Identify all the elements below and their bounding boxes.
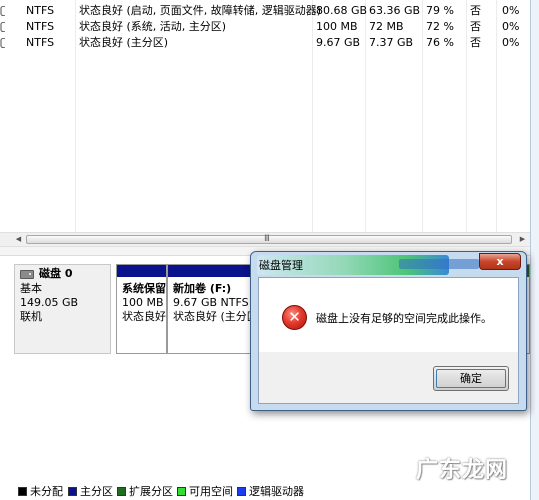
cell-overhead: 0% — [502, 4, 520, 17]
legend-swatch — [117, 487, 126, 496]
horizontal-scrollbar[interactable]: ◀ III ▶ — [0, 232, 530, 247]
legend-label: 主分区 — [80, 485, 113, 498]
scrollbar-thumb[interactable]: III — [26, 234, 512, 244]
ok-button[interactable]: 确定 — [433, 366, 509, 391]
partition-size: 100 MB — [122, 296, 164, 309]
cell-fault-tolerance: 否 — [470, 20, 481, 33]
row-edge-mark: ʗ — [0, 4, 6, 17]
partition-system-reserved[interactable]: 系统保留 100 MB 状态良好 — [116, 264, 167, 354]
table-row[interactable]: ʗ NTFS 状态良好 (主分区) 9.67 GB 7.37 GB 76 % 否… — [0, 35, 530, 51]
disk-0-label[interactable]: 磁盘 0 基本 149.05 GB 联机 — [14, 264, 111, 354]
disk-type: 基本 — [20, 282, 42, 295]
primary-partition-bar — [117, 265, 166, 277]
disk-state: 联机 — [20, 310, 42, 323]
cell-filesystem: NTFS — [26, 4, 55, 17]
partition-size: 9.67 GB NTFS — [173, 296, 249, 309]
scroll-left-icon[interactable]: ◀ — [12, 233, 25, 246]
dialog-message: 磁盘上没有足够的空间完成此操作。 — [316, 312, 492, 325]
legend-item-free-space: 可用空间 — [177, 484, 233, 500]
cell-percent-free: 79 % — [426, 4, 454, 17]
window-right-edge — [530, 0, 539, 500]
row-edge-mark: ʗ — [0, 20, 6, 33]
cell-status: 状态良好 (启动, 页面文件, 故障转储, 逻辑驱动器) — [79, 4, 322, 17]
close-button[interactable]: x — [479, 253, 521, 270]
legend-swatch — [68, 487, 77, 496]
legend-swatch — [18, 487, 27, 496]
cell-capacity: 9.67 GB — [316, 36, 361, 49]
cell-free-space: 72 MB — [369, 20, 404, 33]
legend-label: 未分配 — [30, 485, 63, 498]
table-row[interactable]: ʗ NTFS 状态良好 (启动, 页面文件, 故障转储, 逻辑驱动器) 80.6… — [0, 3, 530, 19]
legend-swatch — [237, 487, 246, 496]
cell-capacity: 100 MB — [316, 20, 358, 33]
partition-name: 新加卷 (F:) — [173, 282, 232, 295]
cell-filesystem: NTFS — [26, 20, 55, 33]
legend: 未分配 主分区 扩展分区 可用空间 逻辑驱动器 — [0, 484, 539, 500]
cell-free-space: 63.36 GB — [369, 4, 421, 17]
partition-name: 系统保留 — [122, 282, 166, 295]
dialog-content: ✕ 磁盘上没有足够的空间完成此操作。 — [259, 278, 518, 352]
legend-label: 逻辑驱动器 — [249, 485, 304, 498]
watermark: 广东龙网 — [416, 458, 509, 483]
dialog-body: ✕ 磁盘上没有足够的空间完成此操作。 确定 — [258, 277, 519, 404]
volume-list: ʗ NTFS 状态良好 (启动, 页面文件, 故障转储, 逻辑驱动器) 80.6… — [0, 0, 531, 232]
legend-swatch — [177, 487, 186, 496]
cell-overhead: 0% — [502, 36, 520, 49]
cell-status: 状态良好 (系统, 活动, 主分区) — [79, 20, 227, 33]
legend-item-primary: 主分区 — [68, 484, 113, 500]
cell-filesystem: NTFS — [26, 36, 55, 49]
cell-fault-tolerance: 否 — [470, 4, 481, 17]
table-row[interactable]: ʗ NTFS 状态良好 (系统, 活动, 主分区) 100 MB 72 MB 7… — [0, 19, 530, 35]
legend-item-extended: 扩展分区 — [117, 484, 173, 500]
cell-percent-free: 76 % — [426, 36, 454, 49]
cell-fault-tolerance: 否 — [470, 36, 481, 49]
dialog-title: 磁盘管理 — [259, 259, 303, 272]
grip-icon: III — [264, 234, 270, 244]
legend-label: 可用空间 — [189, 485, 233, 498]
error-dialog: 磁盘管理 x ✕ 磁盘上没有足够的空间完成此操作。 确定 — [250, 251, 527, 411]
cell-free-space: 7.37 GB — [369, 36, 414, 49]
cell-overhead: 0% — [502, 20, 520, 33]
disk-name: 磁盘 0 — [39, 267, 73, 280]
partition-status: 状态良好 — [122, 310, 166, 323]
title-bar-glow — [399, 259, 479, 269]
legend-item-unallocated: 未分配 — [18, 484, 63, 500]
partition-status: 状态良好 (主分区 — [173, 310, 258, 323]
disk-icon — [20, 270, 34, 279]
disk-size: 149.05 GB — [20, 296, 79, 309]
error-icon: ✕ — [282, 305, 307, 330]
legend-item-logical-drive: 逻辑驱动器 — [237, 484, 304, 500]
cell-status: 状态良好 (主分区) — [79, 36, 169, 49]
cell-capacity: 80.68 GB — [316, 4, 368, 17]
cell-percent-free: 72 % — [426, 20, 454, 33]
scroll-right-icon[interactable]: ▶ — [516, 233, 529, 246]
legend-label: 扩展分区 — [129, 485, 173, 498]
row-edge-mark: ʗ — [0, 36, 6, 49]
